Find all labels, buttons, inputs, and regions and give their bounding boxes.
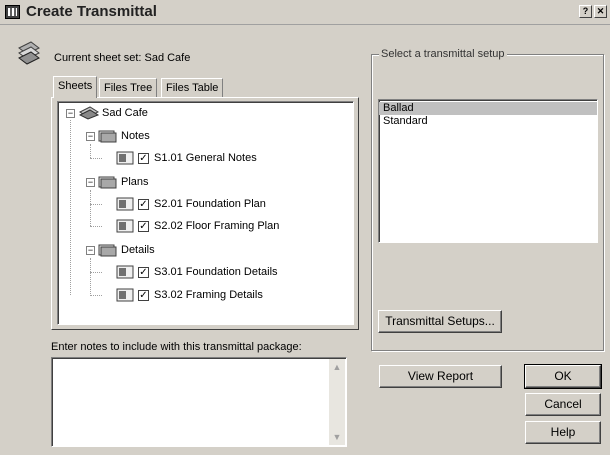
sheet-icon — [116, 197, 134, 211]
tree-node-notes[interactable]: − Notes — [58, 128, 258, 144]
tree-node-root[interactable]: − Sad Cafe — [58, 105, 258, 121]
transmittal-setup-list[interactable]: Ballad Standard — [378, 99, 598, 243]
sheet-checkbox[interactable]: ✓ — [138, 153, 149, 164]
notes-scrollbar[interactable]: ▲ ▼ — [329, 359, 345, 445]
sheet-checkbox[interactable]: ✓ — [138, 290, 149, 301]
sheet-icon — [116, 265, 134, 279]
tree-node-label: S3.02 Framing Details — [154, 289, 263, 301]
tree-node-plans[interactable]: − Plans — [58, 174, 258, 190]
scroll-down-icon[interactable]: ▼ — [329, 429, 345, 445]
title-bar[interactable]: Create Transmittal ? ✕ — [0, 0, 610, 25]
tab-files-tree[interactable]: Files Tree — [99, 78, 158, 97]
tree-node-details[interactable]: − Details — [58, 242, 258, 258]
tree-node-label: S2.02 Floor Framing Plan — [154, 220, 280, 232]
tree-node-sheet[interactable]: ✓ S3.01 Foundation Details — [58, 264, 318, 280]
transmittal-setups-button[interactable]: Transmittal Setups... — [378, 310, 502, 333]
tree-node-label: S1.01 General Notes — [154, 152, 257, 164]
sheet-checkbox[interactable]: ✓ — [138, 199, 149, 210]
tree-node-label: S2.01 Foundation Plan — [154, 198, 266, 210]
sheet-icon — [116, 219, 134, 233]
scroll-up-icon[interactable]: ▲ — [329, 359, 345, 375]
notes-label: Enter notes to include with this transmi… — [51, 341, 302, 353]
sheet-checkbox[interactable]: ✓ — [138, 267, 149, 278]
help-title-button[interactable]: ? — [579, 5, 592, 18]
subset-icon — [98, 176, 117, 189]
view-report-button[interactable]: View Report — [379, 365, 502, 388]
sheet-icon — [116, 151, 134, 165]
sheets-tree[interactable]: − Sad Cafe − Notes ✓ S1.01 General Notes… — [57, 101, 354, 325]
window-title: Create Transmittal — [26, 3, 157, 20]
tree-node-sheet[interactable]: ✓ S1.01 General Notes — [58, 150, 318, 166]
help-button[interactable]: Help — [525, 421, 601, 444]
notes-textarea[interactable]: ▲ ▼ — [51, 357, 347, 447]
transmittal-setup-label: Select a transmittal setup — [379, 48, 507, 60]
tree-node-label: Notes — [121, 130, 150, 142]
tab-files-table[interactable]: Files Table — [161, 78, 224, 97]
sheet-set-node-icon — [79, 106, 99, 120]
list-item[interactable]: Standard — [379, 115, 597, 128]
close-button[interactable]: ✕ — [594, 5, 607, 18]
collapse-icon[interactable]: − — [86, 132, 95, 141]
collapse-icon[interactable]: − — [66, 109, 75, 118]
cancel-button[interactable]: Cancel — [525, 393, 601, 416]
collapse-icon[interactable]: − — [86, 178, 95, 187]
sheet-icon — [116, 288, 134, 302]
tree-node-label: Details — [121, 244, 155, 256]
current-sheet-set-label: Current sheet set: Sad Cafe — [54, 52, 191, 64]
collapse-icon[interactable]: − — [86, 246, 95, 255]
subset-icon — [98, 130, 117, 143]
sheet-set-icon — [18, 41, 40, 65]
tree-node-sheet[interactable]: ✓ S2.01 Foundation Plan — [58, 196, 318, 212]
tree-node-label: Plans — [121, 176, 149, 188]
list-item[interactable]: Ballad — [379, 102, 597, 115]
sheet-checkbox[interactable]: ✓ — [138, 221, 149, 232]
app-icon — [5, 5, 20, 19]
subset-icon — [98, 244, 117, 257]
tree-node-sheet[interactable]: ✓ S2.02 Floor Framing Plan — [58, 218, 318, 234]
tab-sheets[interactable]: Sheets — [53, 76, 98, 98]
tree-node-label: S3.01 Foundation Details — [154, 266, 278, 278]
tree-node-sheet[interactable]: ✓ S3.02 Framing Details — [58, 287, 318, 303]
ok-button[interactable]: OK — [524, 364, 602, 389]
tree-node-label: Sad Cafe — [102, 107, 148, 119]
